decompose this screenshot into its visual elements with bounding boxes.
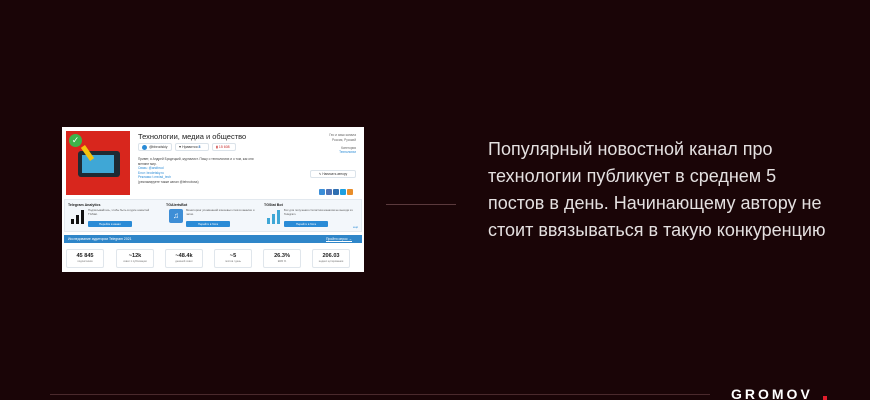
telegram-icon <box>142 144 147 150</box>
divider-line <box>386 204 456 205</box>
channel-meta: Гео и язык канала Россия, Русский Катего… <box>296 133 356 155</box>
bar-chart-icon <box>267 210 281 224</box>
write-author-button[interactable]: ✎ Написать автору <box>310 170 356 178</box>
research-link[interactable]: Пройти опрос → <box>326 235 352 243</box>
stat-post-reach[interactable]: ~12k охват 1 публикации <box>116 249 154 268</box>
stat-posts-per-day[interactable]: ~5 постов / день <box>214 249 252 268</box>
share-tw-icon[interactable] <box>333 189 339 195</box>
share-tg-icon[interactable] <box>340 189 346 195</box>
card-bot: TGStat Bot Бот для получения статистики … <box>264 203 353 227</box>
bottom-rule <box>50 394 710 395</box>
verified-check-icon: ✓ <box>69 134 82 147</box>
description-more: (рекламируете также канал @tehnoboss) <box>138 179 199 184</box>
channel-title: Технологии, медиа и общество <box>138 132 247 141</box>
card-alerts: TGAlertsBot ♫ Мониторинг упоминаний ключ… <box>166 203 255 227</box>
bell-icon: ♫ <box>169 209 183 223</box>
favorites-chip[interactable]: ♥ Нравится 8 <box>175 143 209 151</box>
share-fb-icon[interactable] <box>326 189 332 195</box>
share-vk-icon[interactable] <box>319 189 325 195</box>
logo-dot-icon <box>823 396 827 400</box>
card-bot-button[interactable]: Перейти в бота <box>284 221 328 227</box>
research-banner: Исследование аудитории Telegram 2021 Про… <box>64 235 362 243</box>
username-chip[interactable]: @bbrodskiy <box>138 143 172 151</box>
card-alerts-button[interactable]: Перейти в бота <box>186 221 230 227</box>
brand-logo: GROMOV <box>731 386 813 400</box>
slide-caption: Популярный новостной канал про технологи… <box>488 139 826 240</box>
stat-daily-reach[interactable]: ~48.4k дневной охват <box>165 249 203 268</box>
channel-avatar: ✓ <box>66 131 130 195</box>
phone-image <box>78 151 120 177</box>
stat-citation-index[interactable]: 206.03 индекс цитирования <box>312 249 350 268</box>
heart-icon: ♥ <box>179 145 182 149</box>
share-buttons <box>318 182 353 195</box>
stat-err[interactable]: 26.3% ERR % <box>263 249 301 268</box>
share-ok-icon[interactable] <box>347 189 353 195</box>
card-analytics-button[interactable]: Перейти в канал <box>88 221 132 227</box>
stat-subscribers[interactable]: 45 845 подписчиков <box>66 249 104 268</box>
cards-more-link[interactable]: ещё <box>353 226 358 229</box>
promo-cards: Telegram Analytics Подписывайтесь, чтобы… <box>64 199 362 232</box>
bar-chart-icon <box>71 210 85 224</box>
tgstat-screenshot: ✓ Технологии, медиа и общество @bbrodski… <box>62 127 364 272</box>
category-link[interactable]: Технологии <box>296 150 356 155</box>
rank-icon: ▮ <box>216 145 218 149</box>
rank-chip[interactable]: ▮ 15 608 <box>212 143 236 151</box>
card-analytics: Telegram Analytics Подписывайтесь, чтобы… <box>68 203 150 227</box>
channel-description: Привет, я Андрей Бродецкий, журналист. П… <box>138 157 256 185</box>
